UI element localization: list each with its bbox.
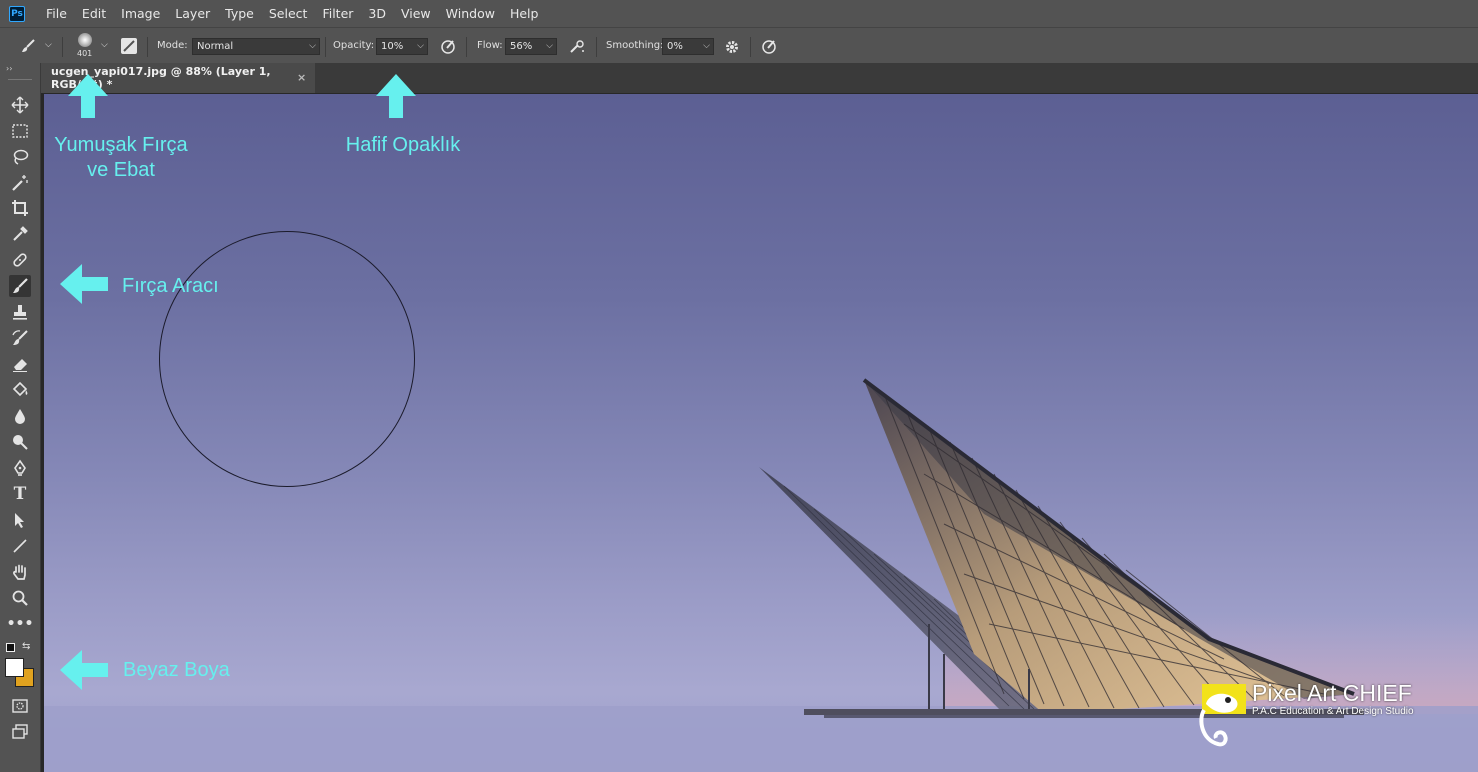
line-tool-icon[interactable] (9, 535, 31, 557)
chevron-down-icon: ⌵ (417, 41, 424, 51)
arrow-left-icon (60, 650, 108, 690)
smoothing-gear-icon[interactable] (724, 39, 738, 53)
brush-size-label: 401 (77, 49, 93, 58)
opacity-value: 10% (381, 41, 404, 52)
menu-help[interactable]: Help (510, 6, 539, 21)
opacity-label: Opacity: (333, 40, 375, 51)
foreground-color-swatch[interactable] (5, 658, 24, 677)
menu-select[interactable]: Select (269, 6, 308, 21)
menu-filter[interactable]: Filter (322, 6, 353, 21)
pressure-size-icon[interactable] (761, 39, 776, 54)
dodge-tool-icon[interactable] (9, 431, 31, 453)
menu-file[interactable]: File (46, 6, 67, 21)
flow-field[interactable]: 56% ⌵ (505, 38, 557, 55)
chevron-down-icon[interactable]: ⌵ (45, 40, 52, 50)
smoothing-field[interactable]: 0% ⌵ (662, 38, 714, 55)
pen-tool-icon[interactable] (9, 457, 31, 479)
opacity-field[interactable]: 10% ⌵ (376, 38, 428, 55)
clone-stamp-tool-icon[interactable] (9, 301, 31, 323)
more-tools-icon[interactable]: ••• (7, 613, 34, 635)
menu-3d[interactable]: 3D (368, 6, 386, 21)
crop-tool-icon[interactable] (9, 197, 31, 219)
photoshop-logo: Ps (9, 5, 25, 22)
watermark-subtitle: P.A.C Education & Art Design Studio (1252, 706, 1414, 717)
brush-preset-icon[interactable] (20, 38, 35, 52)
menu-layer[interactable]: Layer (175, 6, 210, 21)
chevron-down-icon: ⌵ (309, 41, 316, 51)
chevron-down-icon[interactable]: ⌵ (101, 40, 108, 50)
screen-mode-icon[interactable] (9, 721, 31, 743)
menu-window[interactable]: Window (446, 6, 495, 21)
brush-cursor (159, 231, 415, 487)
path-selection-tool-icon[interactable] (9, 509, 31, 531)
airbrush-icon[interactable] (569, 39, 584, 53)
menu-view[interactable]: View (401, 6, 431, 21)
eraser-tool-icon[interactable] (9, 353, 31, 375)
chameleon-logo-icon (1199, 684, 1246, 747)
brush-tip-icon[interactable] (78, 33, 92, 47)
annotation-soft-brush: Yumuşak Fırça ve Ebat (54, 134, 188, 181)
eyedropper-tool-icon[interactable] (9, 223, 31, 245)
arrow-left-icon (60, 264, 108, 304)
paint-bucket-tool-icon[interactable] (9, 379, 31, 401)
watermark-title: Pixel Art CHIEF (1252, 680, 1412, 706)
mode-label: Mode: (157, 40, 188, 51)
close-icon[interactable]: × (297, 71, 306, 84)
brush-settings-panel-icon[interactable] (121, 38, 137, 54)
hand-tool-icon[interactable] (9, 561, 31, 583)
document-tab-bar: ucgen_yapi017.jpg @ 88% (Layer 1, RGB/8#… (41, 63, 1478, 93)
watermark: Pixel Art CHIEF P.A.C Education & Art De… (1194, 680, 1464, 752)
smoothing-label: Smoothing: (606, 40, 664, 51)
menu-image[interactable]: Image (121, 6, 160, 21)
panel-collapse-icon[interactable]: ›› (6, 64, 12, 73)
smoothing-value: 0% (667, 41, 683, 52)
swap-colors-icon[interactable]: ⇆ (22, 641, 30, 652)
arrow-up-icon (376, 74, 416, 118)
menu-edit[interactable]: Edit (82, 6, 106, 21)
chevron-down-icon: ⌵ (703, 41, 710, 51)
annotation-light-opacity: Hafif Opaklık (345, 134, 461, 156)
mode-select[interactable]: Normal ⌵ (192, 38, 320, 55)
blur-tool-icon[interactable] (9, 405, 31, 427)
brush-tool-icon[interactable] (9, 275, 31, 297)
document-canvas[interactable] (44, 94, 1478, 772)
pressure-opacity-icon[interactable] (440, 39, 455, 54)
flow-value: 56% (510, 41, 533, 52)
history-brush-tool-icon[interactable] (9, 327, 31, 349)
healing-brush-tool-icon[interactable] (9, 249, 31, 271)
arrow-up-icon (68, 74, 108, 118)
annotation-white-paint: Beyaz Boya (123, 659, 230, 681)
chevron-down-icon: ⌵ (546, 41, 553, 51)
move-tool-icon[interactable] (9, 94, 31, 116)
default-colors-icon[interactable] (6, 643, 15, 652)
zoom-tool-icon[interactable] (9, 587, 31, 609)
options-bar: ⌵ 401 ⌵ Mode: Normal ⌵ Opacity: 10% ⌵ Fl… (0, 27, 1478, 63)
mode-value: Normal (197, 41, 234, 52)
menu-type[interactable]: Type (225, 6, 254, 21)
flow-label: Flow: (477, 40, 503, 51)
annotation-brush-tool: Fırça Aracı (122, 275, 219, 297)
menu-bar: Ps File Edit Image Layer Type Select Fil… (0, 0, 1478, 27)
type-tool-icon[interactable]: T (9, 483, 31, 505)
quick-mask-icon[interactable] (9, 695, 31, 717)
